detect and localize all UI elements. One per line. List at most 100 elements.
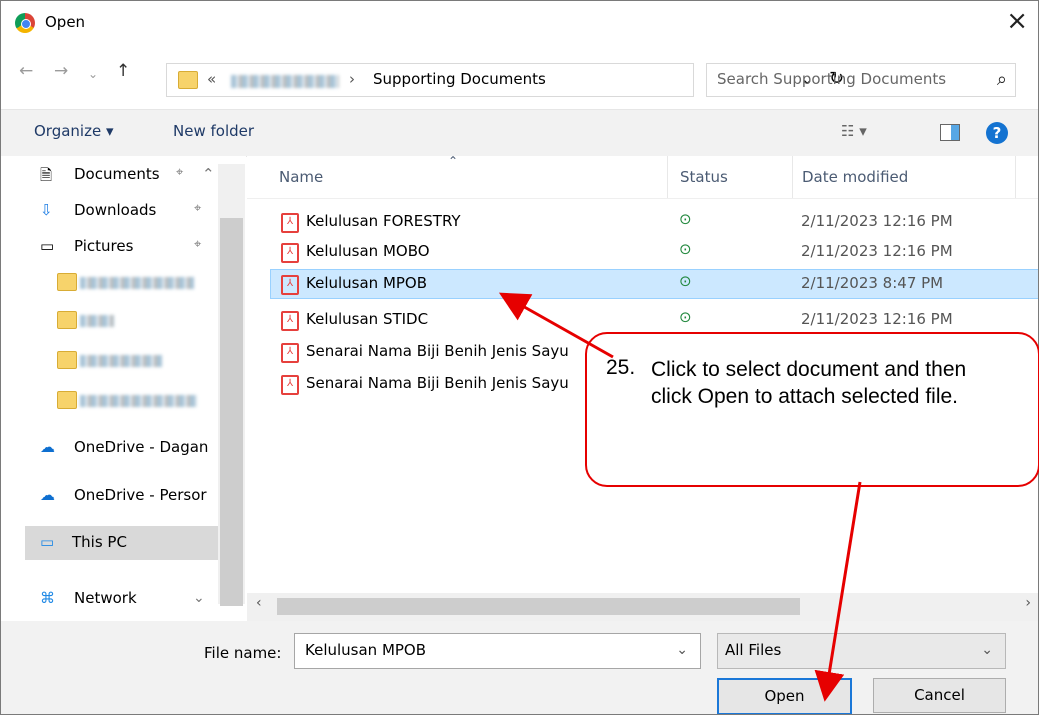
horizontal-scroll-thumb[interactable] [277, 598, 800, 615]
sidebar-scrollbar[interactable] [218, 164, 245, 606]
computer-icon: ▭ [40, 533, 55, 551]
instruction-callout: 25. Click to select document and then cl… [585, 332, 1039, 487]
pictures-icon: ▭ [40, 237, 55, 255]
search-icon: ⌕ [996, 69, 1007, 90]
address-prefix: « [207, 70, 217, 88]
file-type-value: All Files [725, 641, 782, 659]
sidebar-item-blurred-folder-4[interactable] [40, 385, 218, 419]
pdf-icon: ⅄ [281, 243, 299, 263]
current-folder[interactable]: Supporting Documents [373, 70, 546, 88]
sidebar-label: This PC [72, 533, 127, 551]
up-arrow-icon[interactable]: ↑ [116, 61, 130, 81]
scroll-right-icon[interactable]: › [1025, 595, 1031, 611]
organize-menu-button[interactable]: Organize ▾ [34, 122, 114, 140]
pdf-icon: ⅄ [281, 343, 299, 363]
file-name: Kelulusan MPOB [306, 274, 428, 292]
pdf-icon: ⅄ [281, 213, 299, 233]
file-date: 2/11/2023 12:16 PM [801, 310, 953, 328]
file-date: 2/11/2023 12:16 PM [801, 212, 953, 230]
sort-ascending-icon: ⌃ [448, 154, 459, 168]
search-placeholder: Search Supporting Documents [717, 70, 947, 88]
blurred-folder-name [80, 315, 114, 327]
sidebar-item-pictures[interactable]: ▭ Pictures ⌖ [40, 230, 218, 264]
search-box[interactable]: Search Supporting Documents ⌕ [706, 63, 1016, 97]
download-arrow-icon: ⇩ [40, 201, 53, 219]
column-divider [1015, 156, 1016, 198]
back-arrow-icon[interactable]: ← [19, 61, 33, 81]
sync-status-icon: ⊙ [679, 272, 692, 290]
file-type-dropdown-icon[interactable]: ⌄ [981, 642, 993, 658]
sidebar-item-onedrive-dagan[interactable]: ☁ OneDrive - Dagan [40, 431, 218, 465]
file-name-value: Kelulusan MPOB [305, 641, 427, 659]
file-list-header: Name ⌃ Status Date modified [247, 154, 1038, 199]
sidebar-item-this-pc[interactable]: ▭ This PC [25, 526, 218, 560]
file-date: 2/11/2023 12:16 PM [801, 242, 953, 260]
sidebar-item-blurred-folder-1[interactable] [40, 267, 218, 301]
sidebar-label: Pictures [74, 237, 134, 255]
sidebar-scroll-down-icon[interactable]: ⌄ [193, 590, 205, 606]
blurred-folder-name [80, 355, 162, 367]
folder-icon [57, 311, 77, 329]
pdf-icon: ⅄ [281, 311, 299, 331]
name-column-header[interactable]: Name [279, 168, 323, 186]
file-list-horizontal-scrollbar[interactable]: ‹ › [247, 593, 1038, 621]
navigation-row: ← → ⌄ ↑ « › Supporting Documents ⌄ ↻ Sea… [1, 51, 1038, 97]
status-column-header[interactable]: Status [680, 168, 728, 186]
file-type-filter[interactable]: All Files ⌄ [717, 633, 1006, 669]
step-number: 25. [606, 356, 636, 379]
cloud-icon: ☁ [40, 438, 55, 456]
blurred-folder-name [80, 277, 194, 289]
help-icon[interactable]: ? [986, 122, 1008, 144]
sidebar-label: Network [74, 589, 137, 607]
breadcrumb-separator-icon: › [349, 70, 355, 88]
file-dialog-footer: File name: Kelulusan MPOB ⌄ All Files ⌄ … [1, 621, 1038, 714]
sidebar-label: OneDrive - Persor [74, 486, 207, 504]
documents-icon: 🗎 [40, 166, 53, 184]
cancel-button[interactable]: Cancel [873, 678, 1006, 713]
file-name: Senarai Nama Biji Benih Jenis Sayu [306, 342, 569, 360]
sidebar-item-blurred-folder-3[interactable] [40, 345, 218, 379]
sidebar-item-network[interactable]: ⌘ Network ⌄ [40, 582, 218, 616]
sidebar-item-onedrive-persor[interactable]: ☁ OneDrive - Persor [40, 479, 218, 513]
open-button[interactable]: Open [717, 678, 852, 714]
file-row[interactable]: ⅄ Kelulusan FORESTRY ⊙ 2/11/2023 12:16 P… [271, 208, 1038, 236]
blurred-address-segment [231, 75, 339, 88]
file-name-label: File name: [204, 644, 282, 662]
file-name: Senarai Nama Biji Benih Jenis Sayu [306, 374, 569, 392]
chrome-app-icon [15, 13, 35, 33]
sync-status-icon: ⊙ [679, 308, 692, 326]
view-options-icon[interactable]: ☷ ▾ [841, 122, 867, 140]
sidebar-item-downloads[interactable]: ⇩ Downloads ⌖ [40, 194, 218, 228]
title-bar: Open × [1, 1, 1038, 45]
instruction-text: Click to select document and then click … [651, 358, 967, 408]
forward-arrow-icon[interactable]: → [54, 61, 68, 81]
sync-status-icon: ⊙ [679, 210, 692, 228]
sidebar-label: Documents [74, 165, 160, 183]
sidebar-item-documents[interactable]: 🗎 Documents ⌖ ⌃ [40, 158, 218, 192]
pdf-icon: ⅄ [281, 375, 299, 395]
command-toolbar: Organize ▾ New folder ☷ ▾ ? [1, 109, 1038, 157]
sidebar-scroll-thumb[interactable] [220, 218, 243, 606]
dialog-title: Open [45, 13, 86, 31]
address-bar[interactable]: « › Supporting Documents ⌄ ↻ [166, 63, 844, 97]
sidebar-item-blurred-folder-2[interactable] [40, 305, 218, 339]
sidebar-scroll-up-icon[interactable]: ⌃ [202, 165, 215, 183]
folder-icon [178, 71, 198, 89]
sidebar-label: Downloads [74, 201, 157, 219]
preview-pane-icon[interactable] [940, 124, 960, 141]
close-button[interactable]: × [1006, 7, 1028, 35]
selected-file-row[interactable]: ⅄ Kelulusan MPOB ⊙ 2/11/2023 8:47 PM [270, 269, 1038, 299]
date-modified-column-header[interactable]: Date modified [802, 168, 908, 186]
scroll-left-icon[interactable]: ‹ [256, 595, 262, 611]
file-name-input[interactable]: Kelulusan MPOB ⌄ [294, 633, 701, 669]
new-folder-button[interactable]: New folder [173, 122, 254, 140]
column-divider [792, 156, 793, 198]
network-icon: ⌘ [40, 589, 55, 607]
pin-icon: ⌖ [176, 165, 184, 180]
file-row[interactable]: ⅄ Kelulusan STIDC ⊙ 2/11/2023 12:16 PM [271, 306, 1038, 334]
file-name-dropdown-icon[interactable]: ⌄ [676, 642, 688, 658]
navigation-pane: 🗎 Documents ⌖ ⌃ ⇩ Downloads ⌖ ▭ Pictures… [1, 156, 246, 609]
recent-locations-chevron-icon[interactable]: ⌄ [88, 67, 98, 81]
file-row[interactable]: ⅄ Kelulusan MOBO ⊙ 2/11/2023 12:16 PM [271, 238, 1038, 266]
pin-icon: ⌖ [194, 237, 202, 252]
